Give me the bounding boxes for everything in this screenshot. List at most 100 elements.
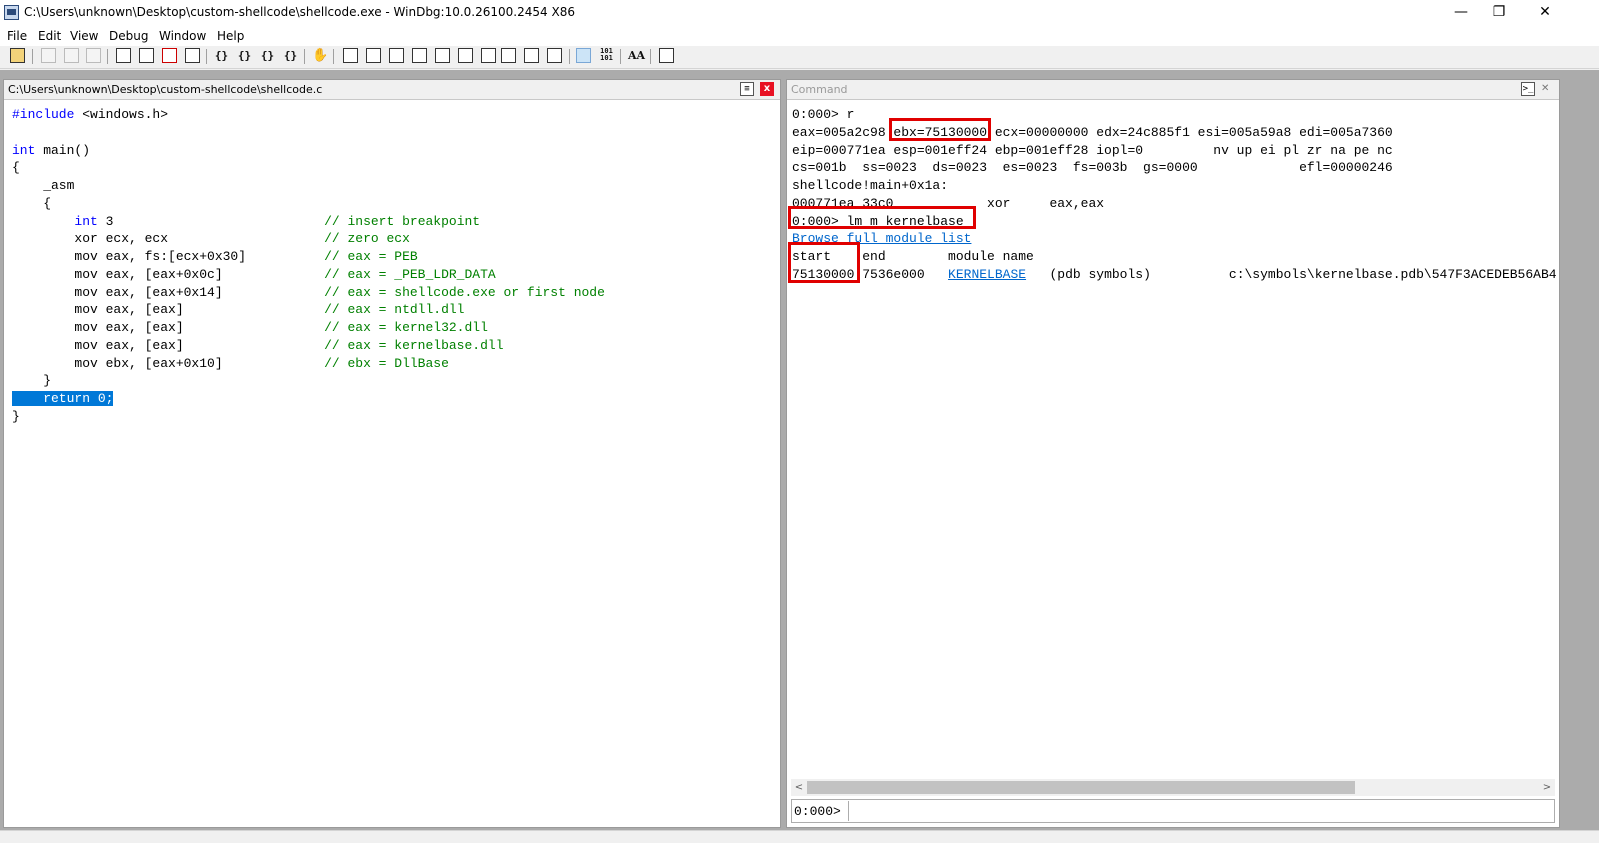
source-line: mov ebx, [eax+0x10] // ebx = DllBase <box>12 355 449 371</box>
go-icon[interactable] <box>116 48 131 63</box>
break-icon[interactable] <box>185 48 200 63</box>
source-line: mov eax, [eax+0x0c] // eax = _PEB_LDR_DA… <box>12 266 496 282</box>
scrollbar-thumb[interactable] <box>807 781 1355 794</box>
source-window-menu-icon[interactable]: ≡ <box>740 82 754 96</box>
source-line: mov eax, [eax] // eax = kernel32.dll <box>12 320 488 335</box>
code-comment: // eax = kernelbase.dll <box>324 337 504 353</box>
close-window-button[interactable]: ✕ <box>1522 0 1568 26</box>
source-line: } <box>12 373 51 388</box>
copy-icon[interactable] <box>64 48 79 63</box>
module-symbols-info: (pdb symbols) c:\symbols\kernelbase.pdb\… <box>1026 266 1557 282</box>
kernelbase-module-link[interactable]: KERNELBASE <box>948 267 1026 282</box>
source-code[interactable]: #include <windows.h> int main() { _asm {… <box>12 106 605 426</box>
command-prompt: 0:000> <box>794 804 841 819</box>
toolbar-separator <box>206 49 207 64</box>
highlight-start-address-box <box>788 242 860 283</box>
window-options-icon[interactable] <box>659 48 674 63</box>
code-keyword: int <box>74 213 98 229</box>
scroll-left-icon[interactable]: < <box>791 779 807 796</box>
source-mode-icon[interactable] <box>576 48 591 63</box>
module-end-address: 7536e000 <box>854 266 949 282</box>
window-title: C:\Users\unknown\Desktop\custom-shellcod… <box>24 5 575 19</box>
code-text: { <box>12 195 52 211</box>
step-out-icon[interactable]: {} <box>260 48 275 63</box>
toolbar-separator <box>304 49 305 64</box>
code-text: xor ecx, ecx <box>12 231 325 247</box>
source-line: mov eax, [eax] // eax = kernelbase.dll <box>12 337 504 353</box>
watch-window-icon[interactable] <box>366 48 381 63</box>
output-line: shellcode!main+0x1a: <box>792 178 949 193</box>
open-folder-icon[interactable] <box>10 48 25 63</box>
source-line: #include <windows.h> <box>12 107 168 122</box>
maximize-button[interactable]: ❐ <box>1476 0 1522 26</box>
toolbar: {} {} {} {} ✋ 101 101 AA <box>0 46 1599 69</box>
menu-file[interactable]: File <box>4 27 30 45</box>
scroll-right-icon[interactable]: > <box>1539 779 1555 796</box>
step-over-icon[interactable]: {} <box>237 48 252 63</box>
call-stack-window-icon[interactable] <box>458 48 473 63</box>
run-to-cursor-icon[interactable]: {} <box>283 48 298 63</box>
menu-help[interactable]: Help <box>214 27 247 45</box>
code-text: mov eax, [eax] <box>12 302 325 318</box>
source-window-close-button[interactable]: x <box>760 82 774 96</box>
window-title-bar: C:\Users\unknown\Desktop\custom-shellcod… <box>0 0 1599 26</box>
stop-debugging-icon[interactable] <box>162 48 177 63</box>
processes-threads-icon[interactable] <box>524 48 539 63</box>
locals-window-icon[interactable] <box>389 48 404 63</box>
source-line: { <box>12 196 51 211</box>
code-text: mov ebx, [eax+0x10] <box>12 355 325 371</box>
code-comment: // eax = kernel32.dll <box>324 320 488 335</box>
menu-edit[interactable]: Edit <box>35 27 64 45</box>
code-text: <windows.h> <box>74 107 169 122</box>
source-line: int main() <box>12 143 90 158</box>
paste-icon[interactable] <box>86 48 101 63</box>
menu-debug[interactable]: Debug <box>106 27 151 45</box>
code-keyword: int <box>12 142 36 158</box>
menu-window[interactable]: Window <box>156 27 209 45</box>
toolbar-separator <box>650 49 651 64</box>
hex-display-icon[interactable]: 101 101 <box>599 48 614 63</box>
menu-view[interactable]: View <box>67 27 101 45</box>
code-text: 3 <box>97 213 325 229</box>
code-comment: // ebx = DllBase <box>324 355 449 371</box>
registers-window-icon[interactable] <box>412 48 427 63</box>
code-keyword: #include <box>12 107 75 122</box>
source-line: xor ecx, ecx // zero ecx <box>12 231 410 247</box>
mdi-client-area: C:\Users\unknown\Desktop\custom-shellcod… <box>0 70 1599 830</box>
command-window-close-icon[interactable]: ✕ <box>1541 83 1549 94</box>
code-comment: // eax = PEB <box>324 249 418 264</box>
memory-window-icon[interactable] <box>435 48 450 63</box>
source-line: mov eax, fs:[ecx+0x30] // eax = PEB <box>12 249 418 264</box>
code-text: mov eax, [eax] <box>12 320 325 335</box>
scratch-pad-icon[interactable] <box>501 48 516 63</box>
code-comment: // eax = _PEB_LDR_DATA <box>324 266 496 282</box>
source-line: { <box>12 160 20 175</box>
source-line: mov eax, [eax+0x14] // eax = shellcode.e… <box>12 285 605 300</box>
command-input[interactable] <box>848 801 1553 821</box>
disassembly-window-icon[interactable] <box>481 48 496 63</box>
hand-breakpoint-icon[interactable]: ✋ <box>312 48 328 63</box>
source-line: int 3 // insert breakpoint <box>12 214 480 229</box>
toolbar-separator <box>620 49 621 64</box>
command-window-icon[interactable] <box>343 48 358 63</box>
cut-icon[interactable] <box>41 48 56 63</box>
command-window-title: Command <box>791 83 848 96</box>
command-input-area: 0:000> <box>791 799 1555 823</box>
status-bar <box>0 830 1599 843</box>
font-icon[interactable]: AA <box>628 48 645 63</box>
windbg-app-icon <box>4 5 19 20</box>
code-text: _asm <box>12 178 75 193</box>
restart-icon[interactable] <box>139 48 154 63</box>
options-icon[interactable] <box>547 48 562 63</box>
output-line: ecx=00000000 edx=24c885f1 esi=005a59a8 e… <box>987 124 1393 140</box>
source-line: _asm <box>12 178 74 193</box>
command-window-menu-icon[interactable]: >_ <box>1521 82 1535 96</box>
code-comment: // eax = ntdll.dll <box>324 302 465 318</box>
output-line: eax=005a2c98 <box>792 124 894 140</box>
toolbar-separator <box>569 49 570 64</box>
code-comment: // zero ecx <box>324 231 410 247</box>
step-into-icon[interactable]: {} <box>214 48 229 63</box>
command-output-hscrollbar[interactable]: < > <box>791 779 1555 796</box>
highlight-ebx-box <box>889 118 991 141</box>
